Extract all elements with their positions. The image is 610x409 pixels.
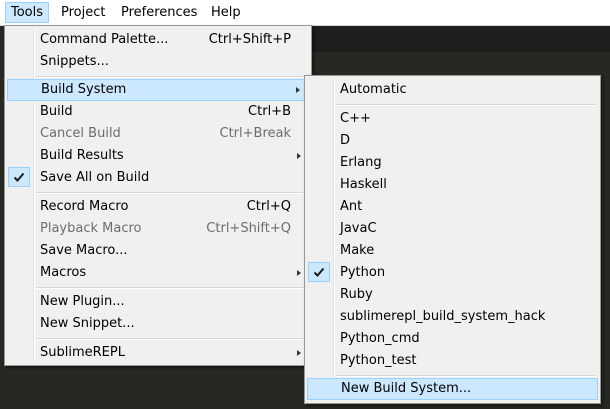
menu-item-label: Save All on Build: [40, 170, 150, 185]
menu-item-label: Cancel Build: [40, 126, 121, 141]
menu-item-label: Macros: [40, 265, 87, 280]
menu-item-label: Build: [40, 104, 73, 119]
menu-item-snippets[interactable]: Snippets...: [7, 51, 309, 73]
menu-item-label: Playback Macro: [40, 221, 142, 236]
menu-item-label: New Build System...: [341, 381, 472, 396]
check-icon: [308, 262, 330, 282]
build-system-python[interactable]: Python: [307, 262, 598, 284]
chevron-right-icon: [296, 87, 300, 93]
build-system-javac[interactable]: JavaC: [307, 218, 598, 240]
build-system-ruby[interactable]: Ruby: [307, 284, 598, 306]
menu-bar: Tools Project Preferences Help: [0, 0, 610, 26]
build-system-automatic[interactable]: Automatic: [307, 79, 598, 101]
menu-separator: [36, 338, 307, 340]
chevron-right-icon: [297, 153, 301, 159]
menu-item-playback-macro[interactable]: Playback Macro Ctrl+Shift+Q: [7, 218, 309, 240]
menu-separator: [336, 104, 596, 106]
menu-separator: [336, 375, 596, 377]
menu-item-new-build-system[interactable]: New Build System...: [307, 378, 598, 400]
build-system-cpp[interactable]: C++: [307, 108, 598, 130]
menu-item-save-all-on-build[interactable]: Save All on Build: [7, 167, 309, 189]
menu-item-shortcut: Ctrl+Shift+P: [208, 32, 291, 47]
menu-item-label: SublimeREPL: [40, 345, 125, 360]
build-system-sublimerepl-hack[interactable]: sublimerepl_build_system_hack: [307, 306, 598, 328]
menu-project[interactable]: Project: [56, 2, 110, 23]
menu-separator: [36, 192, 307, 194]
menu-item-new-plugin[interactable]: New Plugin...: [7, 291, 309, 313]
menu-item-build-system[interactable]: Build System: [7, 79, 309, 101]
menu-item-label: Snippets...: [40, 54, 109, 69]
build-system-python-cmd[interactable]: Python_cmd: [307, 328, 598, 350]
menu-item-new-snippet[interactable]: New Snippet...: [7, 313, 309, 335]
build-system-d[interactable]: D: [307, 130, 598, 152]
menu-item-build-results[interactable]: Build Results: [7, 145, 309, 167]
menu-separator: [36, 287, 307, 289]
tools-menu: Command Palette... Ctrl+Shift+P Snippets…: [4, 25, 312, 366]
menu-help[interactable]: Help: [206, 2, 246, 23]
menu-item-cancel-build[interactable]: Cancel Build Ctrl+Break: [7, 123, 309, 145]
build-system-erlang[interactable]: Erlang: [307, 152, 598, 174]
menu-item-shortcut: Ctrl+Break: [219, 126, 292, 141]
menu-item-label: Save Macro...: [40, 243, 128, 258]
menu-item-record-macro[interactable]: Record Macro Ctrl+Q: [7, 196, 309, 218]
menu-item-label: Build Results: [40, 148, 124, 163]
menu-item-save-macro[interactable]: Save Macro...: [7, 240, 309, 262]
menu-preferences[interactable]: Preferences: [116, 2, 202, 23]
menu-item-label: New Snippet...: [40, 316, 135, 331]
chevron-right-icon: [297, 270, 301, 276]
build-system-submenu: Automatic C++ D Erlang Haskell Ant JavaC…: [304, 75, 601, 404]
menu-item-label: sublimerepl_build_system_hack: [340, 309, 546, 324]
build-system-python-test[interactable]: Python_test: [307, 350, 598, 372]
menu-item-label: Ant: [340, 199, 363, 214]
menu-item-sublimerepl[interactable]: SublimeREPL: [7, 342, 309, 364]
menu-item-label: Command Palette...: [40, 32, 169, 47]
menu-item-macros[interactable]: Macros: [7, 262, 309, 284]
menu-item-label: Record Macro: [40, 199, 129, 214]
menu-item-label: D: [340, 133, 351, 148]
build-system-make[interactable]: Make: [307, 240, 598, 262]
menu-item-label: Build System: [41, 82, 127, 97]
menu-item-label: Erlang: [340, 155, 382, 170]
chevron-right-icon: [297, 350, 301, 356]
menu-item-label: C++: [340, 111, 371, 126]
menu-item-label: JavaC: [340, 221, 377, 236]
menu-item-label: Make: [340, 243, 375, 258]
menu-item-label: Ruby: [340, 287, 373, 302]
menu-item-shortcut: Ctrl+B: [248, 104, 291, 119]
editor-tab-strip: [310, 26, 610, 52]
menu-separator: [36, 76, 307, 78]
menu-item-command-palette[interactable]: Command Palette... Ctrl+Shift+P: [7, 29, 309, 51]
check-icon: [8, 167, 30, 187]
menu-item-label: Python: [340, 265, 386, 280]
menu-item-label: Automatic: [340, 82, 407, 97]
build-system-haskell[interactable]: Haskell: [307, 174, 598, 196]
menu-item-label: New Plugin...: [40, 294, 125, 309]
menu-tools[interactable]: Tools: [5, 2, 50, 23]
menu-item-label: Python_test: [340, 353, 417, 368]
build-system-ant[interactable]: Ant: [307, 196, 598, 218]
menu-item-shortcut: Ctrl+Q: [246, 199, 291, 214]
menu-item-label: Haskell: [340, 177, 387, 192]
menu-item-build[interactable]: Build Ctrl+B: [7, 101, 309, 123]
menu-item-shortcut: Ctrl+Shift+Q: [206, 221, 291, 236]
menu-item-label: Python_cmd: [340, 331, 420, 346]
